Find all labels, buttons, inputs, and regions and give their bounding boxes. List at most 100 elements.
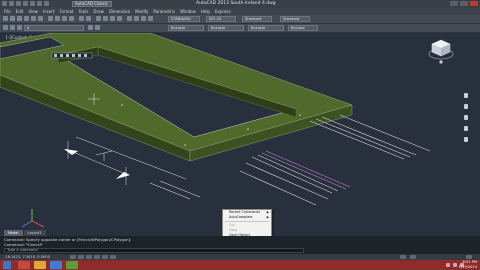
menu-item-help[interactable]: Help xyxy=(201,8,210,15)
context-menu-item-label: AutoComplete xyxy=(229,215,253,220)
color-select[interactable]: ByLayer xyxy=(168,25,204,31)
vertex-marker xyxy=(247,128,249,130)
otrack-toggle[interactable] xyxy=(110,255,116,259)
lineweight-select[interactable]: ByLayer xyxy=(248,25,284,31)
menu-item-express[interactable]: Express xyxy=(215,8,231,15)
start-button[interactable] xyxy=(3,261,11,269)
open-icon[interactable] xyxy=(10,16,15,21)
menu-item-format[interactable]: Format xyxy=(59,8,73,15)
close-button[interactable] xyxy=(470,1,478,6)
ortho-toggle[interactable] xyxy=(86,255,92,259)
text-style-select[interactable]: STANDARD xyxy=(168,16,200,22)
paste-icon[interactable] xyxy=(62,16,67,21)
copy-icon[interactable] xyxy=(55,16,60,21)
app-taskbar-icon[interactable] xyxy=(66,261,78,269)
new-icon[interactable] xyxy=(9,1,14,6)
design-center-icon[interactable] xyxy=(134,16,139,21)
menu-bar: File Edit View Insert Format Tools Draw Dimensi… xyxy=(0,8,480,15)
save-icon[interactable] xyxy=(23,1,28,6)
workspace-selector[interactable]: AutoCAD Classic xyxy=(72,1,112,7)
autocad-window: AutoCAD Classic AutoCAD 2013 South Irela… xyxy=(0,0,480,270)
plot-icon[interactable] xyxy=(44,1,49,6)
showmotion-icon[interactable] xyxy=(464,137,468,142)
undo-icon[interactable] xyxy=(79,16,84,21)
linetype-select[interactable]: ByLayer xyxy=(208,25,244,31)
menu-item-view[interactable]: View xyxy=(28,8,38,15)
multileader-style-select[interactable]: Standard xyxy=(280,16,310,22)
autocad-taskbar-icon[interactable] xyxy=(18,261,30,269)
context-menu-item-label: Copy xyxy=(229,227,238,232)
context-menu-item-label: Cut xyxy=(229,222,235,227)
calculator-icon[interactable] xyxy=(148,16,153,21)
tool-palettes-icon[interactable] xyxy=(141,16,146,21)
steering-wheel-icon[interactable] xyxy=(464,93,468,98)
viewcube[interactable] xyxy=(428,36,454,66)
properties-icon[interactable] xyxy=(127,16,132,21)
sun-icon[interactable] xyxy=(17,25,22,30)
pan-icon[interactable] xyxy=(96,16,101,21)
save-icon[interactable] xyxy=(17,16,22,21)
context-menu-item-label: Recent Commands xyxy=(229,210,261,214)
menu-item-tools[interactable]: Tools xyxy=(79,8,89,15)
menu-item-window[interactable]: Window xyxy=(180,8,196,15)
cut-icon[interactable] xyxy=(48,16,53,21)
vertex-marker xyxy=(121,104,123,106)
menu-item-dimension[interactable]: Dimension xyxy=(109,8,130,15)
submenu-arrow-icon: ▶ xyxy=(266,215,269,220)
volume-icon[interactable] xyxy=(453,263,457,267)
redo-icon[interactable] xyxy=(86,16,91,21)
menu-item-insert[interactable]: Insert xyxy=(43,8,54,15)
plot-style-select[interactable]: ByColor xyxy=(288,25,318,31)
vertex-marker xyxy=(184,144,186,146)
zoom-realtime-icon[interactable] xyxy=(103,16,108,21)
ucs-icon xyxy=(21,209,45,228)
layer-manager-icon[interactable] xyxy=(3,25,8,30)
make-current-icon[interactable] xyxy=(88,25,93,30)
vertex-marker xyxy=(299,114,301,116)
plot-icon[interactable] xyxy=(24,16,29,21)
open-icon[interactable] xyxy=(16,1,21,6)
preview-icon[interactable] xyxy=(31,16,36,21)
new-icon[interactable] xyxy=(3,16,8,21)
zoom-window-icon[interactable] xyxy=(110,16,115,21)
layer-select[interactable]: 0 xyxy=(24,25,84,31)
explorer-taskbar-icon[interactable] xyxy=(34,261,46,269)
snap-toggle[interactable] xyxy=(70,255,76,259)
app-menu-icon[interactable] xyxy=(2,1,7,6)
menu-item-draw[interactable]: Draw xyxy=(93,8,103,15)
publish-icon[interactable] xyxy=(38,16,43,21)
grid-toggle[interactable] xyxy=(78,255,84,259)
maximize-button[interactable] xyxy=(460,1,468,6)
zoom-previous-icon[interactable] xyxy=(117,16,122,21)
layers-properties-toolbar: 0 ByLayer ByLayer ByLayer ByColor xyxy=(0,24,480,33)
undo-icon[interactable] xyxy=(30,1,35,6)
layer-previous-icon[interactable] xyxy=(95,25,100,30)
polar-toggle[interactable] xyxy=(94,255,100,259)
clock-date: 1/19/2014 xyxy=(458,265,477,269)
minimize-button[interactable] xyxy=(450,1,458,6)
network-icon[interactable] xyxy=(446,263,450,267)
menu-item-file[interactable]: File xyxy=(4,8,11,15)
command-history-line: Command: *Cancel* xyxy=(4,242,43,247)
redo-icon[interactable] xyxy=(37,1,42,6)
quick-access-toolbar xyxy=(2,1,49,7)
annotation-scale-icon[interactable] xyxy=(410,255,416,259)
dim-style-select[interactable]: ISO-25 xyxy=(206,16,236,22)
orbit-icon[interactable] xyxy=(464,126,468,131)
zoom-icon[interactable] xyxy=(464,115,468,120)
menu-item-edit[interactable]: Edit xyxy=(16,8,24,15)
osnap-toggle[interactable] xyxy=(102,255,108,259)
context-menu-item[interactable]: AutoComplete ▶ xyxy=(223,215,271,220)
menu-item-modify[interactable]: Modify xyxy=(135,8,148,15)
command-input[interactable]: Type a command xyxy=(4,248,304,253)
drawing-canvas[interactable]: [-][Custom View][Realistic] xyxy=(0,33,480,236)
match-properties-icon[interactable] xyxy=(69,16,74,21)
lightbulb-icon[interactable] xyxy=(10,25,15,30)
browser-taskbar-icon[interactable] xyxy=(50,261,62,269)
table-style-select[interactable]: Standard xyxy=(242,16,272,22)
clock[interactable]: 6:51 PM 1/19/2014 xyxy=(459,260,477,270)
menu-item-parametric[interactable]: Parametric xyxy=(153,8,175,15)
workspace-switch-icon[interactable] xyxy=(400,255,406,259)
pan-icon[interactable] xyxy=(464,104,468,109)
clean-screen-icon[interactable] xyxy=(466,255,472,259)
